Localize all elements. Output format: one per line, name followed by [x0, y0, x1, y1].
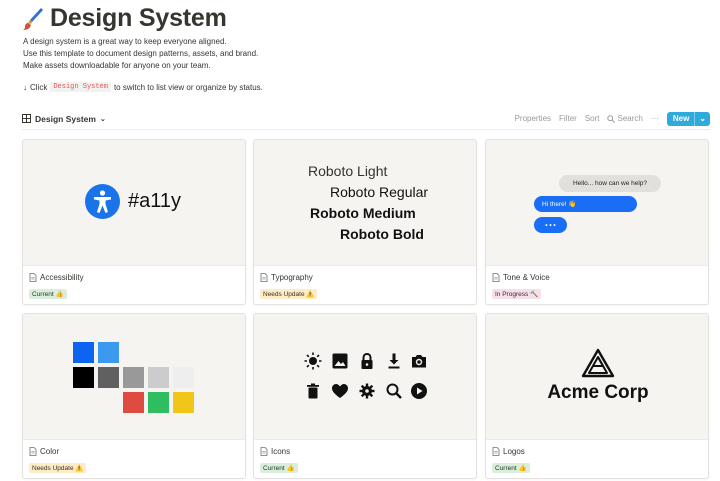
sort-button[interactable]: Sort: [585, 114, 600, 123]
page-header: Design System: [22, 4, 227, 33]
description-line: Make assets downloadable for anyone on y…: [23, 61, 211, 70]
card-cover: [254, 314, 476, 440]
card-cover: #a11y: [23, 140, 245, 266]
status-badge: Needs Update ⚠️: [29, 463, 87, 473]
hint-text-before: Click: [30, 82, 48, 92]
chat-bubble-outgoing: Hi there! 👋: [534, 196, 637, 212]
search-label: Search: [617, 114, 643, 123]
camera-icon: [412, 355, 426, 368]
font-sample-bold: Roboto Bold: [340, 226, 424, 242]
card-name: Icons: [271, 447, 291, 456]
acme-logo-icon: [581, 348, 615, 378]
card-title: Accessibility: [29, 273, 84, 282]
status-badge: In Progress 🔨: [492, 289, 542, 299]
color-swatch: [73, 342, 94, 363]
chevron-down-icon[interactable]: ⌄: [694, 111, 710, 126]
card-icons[interactable]: Icons Current 👍: [253, 313, 477, 479]
search-icon: [607, 114, 616, 123]
chat-bubble-incoming: Hello... how can we help?: [559, 175, 661, 192]
card-color[interactable]: Color Needs Update ⚠️: [22, 313, 246, 479]
card-title: Icons: [260, 447, 290, 456]
status-badge: Current 👍: [29, 289, 67, 299]
hint-code: Design System: [50, 82, 111, 92]
hint-line: ↓ Click Design System to switch to list …: [23, 82, 263, 92]
properties-button[interactable]: Properties: [515, 114, 551, 123]
chevron-down-icon: ⌄: [99, 115, 106, 123]
new-button[interactable]: New ⌄: [666, 111, 710, 126]
description-line: A design system is a great way to keep e…: [23, 37, 227, 46]
document-icon: [492, 273, 500, 282]
cover-text: #a11y: [128, 190, 182, 212]
color-swatch: [148, 392, 169, 413]
more-options-button[interactable]: ···: [651, 114, 659, 123]
status-badge: Needs Update ⚠️: [260, 289, 318, 299]
card-cover: [23, 314, 245, 440]
color-swatch: [123, 392, 144, 413]
page-description: A design system is a great way to keep e…: [23, 36, 258, 72]
status-badge: Current 👍: [492, 463, 530, 473]
card-cover: Hello... how can we help? Hi there! 👋 • …: [486, 140, 708, 266]
heart-icon: [332, 384, 348, 398]
filter-button[interactable]: Filter: [559, 114, 577, 123]
logo-wordmark: Acme Corp: [547, 382, 649, 403]
card-name: Color: [40, 447, 60, 456]
paintbrush-icon: [23, 7, 43, 30]
view-switcher[interactable]: Design System ⌄: [22, 114, 106, 124]
card-cover: Roboto Light Roboto Regular Roboto Mediu…: [254, 140, 476, 266]
status-badge: Current 👍: [260, 463, 298, 473]
trash-icon: [307, 383, 319, 399]
card-name: Tone & Voice: [503, 273, 550, 282]
color-swatch: [73, 367, 94, 388]
card-cover: Acme Corp: [486, 314, 708, 440]
color-swatch: [173, 392, 194, 413]
font-sample-light: Roboto Light: [308, 163, 388, 179]
document-icon: [260, 273, 268, 282]
card-title: Color: [29, 447, 59, 456]
color-swatch: [173, 367, 194, 388]
card-typography[interactable]: Roboto Light Roboto Regular Roboto Mediu…: [253, 139, 477, 305]
table-view-icon: [22, 114, 31, 123]
card-title: Logos: [492, 447, 525, 456]
database-title: Design System: [35, 113, 96, 124]
color-swatch: [123, 367, 144, 388]
document-icon: [260, 447, 268, 456]
document-icon: [29, 447, 37, 456]
arrow-down-icon: ↓: [23, 82, 27, 92]
document-icon: [492, 447, 500, 456]
typing-indicator: • • •: [534, 217, 567, 233]
play-icon: [411, 383, 427, 399]
color-swatch: [148, 367, 169, 388]
card-name: Logos: [503, 447, 525, 456]
download-icon: [388, 353, 400, 369]
card-name: Accessibility: [40, 273, 84, 282]
font-sample-medium: Roboto Medium: [310, 205, 416, 221]
card-accessibility[interactable]: #a11y Accessibility Current 👍: [22, 139, 246, 305]
image-icon: [332, 353, 348, 369]
color-swatch: [98, 342, 119, 363]
color-swatch: [98, 367, 119, 388]
font-sample-regular: Roboto Regular: [330, 184, 429, 200]
database-actions: Properties Filter Sort Search ··· New ⌄: [515, 111, 710, 126]
card-name: Typography: [271, 273, 313, 282]
accessibility-icon: [85, 184, 120, 219]
card-title: Typography: [260, 273, 313, 282]
magnifier-icon: [386, 383, 402, 399]
new-button-label: New: [672, 114, 690, 123]
card-tone-voice[interactable]: Hello... how can we help? Hi there! 👋 • …: [485, 139, 709, 305]
lock-icon: [361, 352, 373, 369]
page-title: Design System: [50, 4, 227, 32]
card-logos[interactable]: Acme Corp Logos Current 👍: [485, 313, 709, 479]
card-title: Tone & Voice: [492, 273, 550, 282]
search-button[interactable]: Search: [607, 114, 643, 123]
hint-text-after: to switch to list view or organize by st…: [113, 82, 263, 92]
sun-icon: [304, 352, 322, 370]
description-line: Use this template to document design pat…: [23, 49, 259, 58]
document-icon: [29, 273, 37, 282]
database-toolbar: Design System ⌄ Properties Filter Sort S…: [22, 108, 710, 130]
settings-icon: [359, 383, 375, 399]
